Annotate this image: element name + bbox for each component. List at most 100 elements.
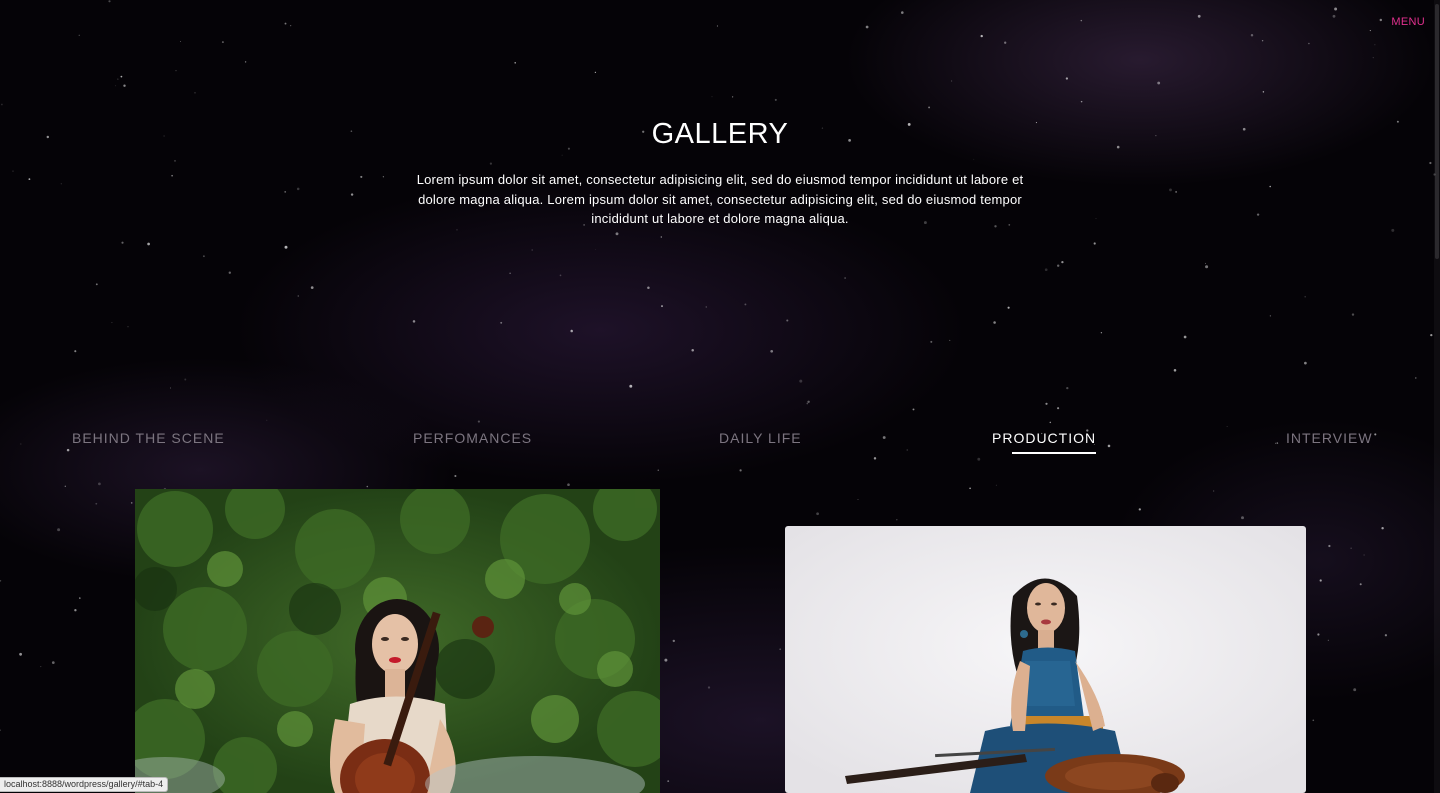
star	[1093, 242, 1096, 245]
star	[500, 321, 503, 324]
star	[647, 286, 650, 289]
star	[1, 103, 3, 106]
star	[0, 729, 1, 731]
gallery-photo-forest[interactable]	[135, 489, 660, 793]
menu-button[interactable]: MENU	[1391, 16, 1425, 28]
star	[739, 469, 742, 472]
star	[1351, 313, 1355, 316]
gallery-photo-studio[interactable]	[785, 526, 1306, 793]
tab-daily-life[interactable]: DAILY LIFE	[719, 430, 802, 446]
star	[951, 80, 953, 82]
tab-label: BEHIND THE SCENE	[72, 430, 225, 446]
star	[930, 340, 933, 343]
star	[980, 34, 983, 38]
tab-label: PRODUCTION	[992, 430, 1097, 446]
star	[1241, 516, 1244, 520]
star	[928, 106, 931, 109]
star	[1379, 18, 1383, 22]
star	[79, 597, 81, 599]
star	[707, 686, 711, 689]
star	[1175, 191, 1177, 193]
star	[514, 62, 516, 64]
tab-label: PERFOMANCES	[413, 430, 533, 446]
tab-production[interactable]: PRODUCTION	[992, 430, 1097, 454]
star	[672, 639, 675, 643]
tab-interview[interactable]: INTERVIEW	[1286, 430, 1373, 446]
star	[711, 96, 713, 98]
star	[130, 502, 133, 504]
star	[1304, 361, 1307, 365]
star	[180, 41, 182, 42]
tab-label: DAILY LIFE	[719, 430, 802, 446]
star	[78, 34, 80, 36]
page-title: GALLERY	[651, 118, 789, 150]
star	[1334, 7, 1338, 11]
star	[559, 274, 562, 277]
star	[912, 408, 915, 411]
star	[531, 249, 534, 251]
star	[1319, 579, 1322, 582]
star	[1169, 188, 1172, 192]
star	[456, 229, 458, 231]
star	[57, 528, 61, 532]
star	[117, 78, 119, 80]
star	[19, 652, 22, 656]
star	[1045, 402, 1048, 405]
star	[779, 648, 782, 651]
star	[1061, 260, 1064, 264]
tab-label: INTERVIEW	[1286, 430, 1373, 446]
star	[360, 175, 363, 178]
star	[412, 320, 416, 323]
star	[296, 187, 300, 191]
star	[705, 306, 707, 308]
tab-behind-the-scene[interactable]: BEHIND THE SCENE	[72, 430, 225, 446]
star	[1057, 264, 1060, 267]
star	[40, 666, 42, 668]
star	[615, 232, 619, 236]
tab-perfomances[interactable]: PERFOMANCES	[413, 430, 532, 446]
star	[184, 378, 187, 381]
star	[170, 387, 171, 389]
star	[1066, 386, 1069, 390]
star	[844, 277, 846, 279]
star	[1256, 213, 1260, 216]
star	[74, 350, 77, 353]
star	[28, 178, 31, 181]
star	[1304, 295, 1307, 298]
star	[310, 286, 314, 289]
star	[1095, 217, 1097, 219]
star	[1226, 426, 1228, 427]
star	[1363, 554, 1365, 556]
star	[171, 174, 173, 177]
star	[194, 91, 196, 94]
star	[857, 499, 859, 501]
star	[127, 326, 129, 328]
star	[1157, 81, 1161, 85]
star	[1044, 268, 1048, 272]
star	[1327, 639, 1329, 641]
star	[901, 11, 904, 14]
star	[98, 482, 101, 486]
star	[667, 780, 670, 782]
star	[1359, 583, 1362, 586]
star	[1183, 335, 1187, 339]
star	[594, 71, 597, 74]
star	[1173, 369, 1177, 372]
star	[1261, 40, 1264, 42]
star	[1374, 44, 1376, 46]
star	[175, 70, 177, 72]
star	[865, 25, 869, 29]
star	[1328, 544, 1331, 548]
star	[284, 245, 288, 249]
star	[661, 305, 663, 308]
star	[1080, 19, 1083, 22]
star	[51, 661, 55, 664]
star	[1213, 490, 1215, 492]
star	[290, 25, 292, 27]
star	[284, 22, 287, 25]
star	[1004, 41, 1007, 44]
gallery-tabs: BEHIND THE SCENE PERFOMANCES DAILY LIFE …	[0, 430, 1440, 460]
star	[660, 236, 662, 238]
star	[1250, 33, 1254, 37]
star	[1415, 377, 1417, 379]
